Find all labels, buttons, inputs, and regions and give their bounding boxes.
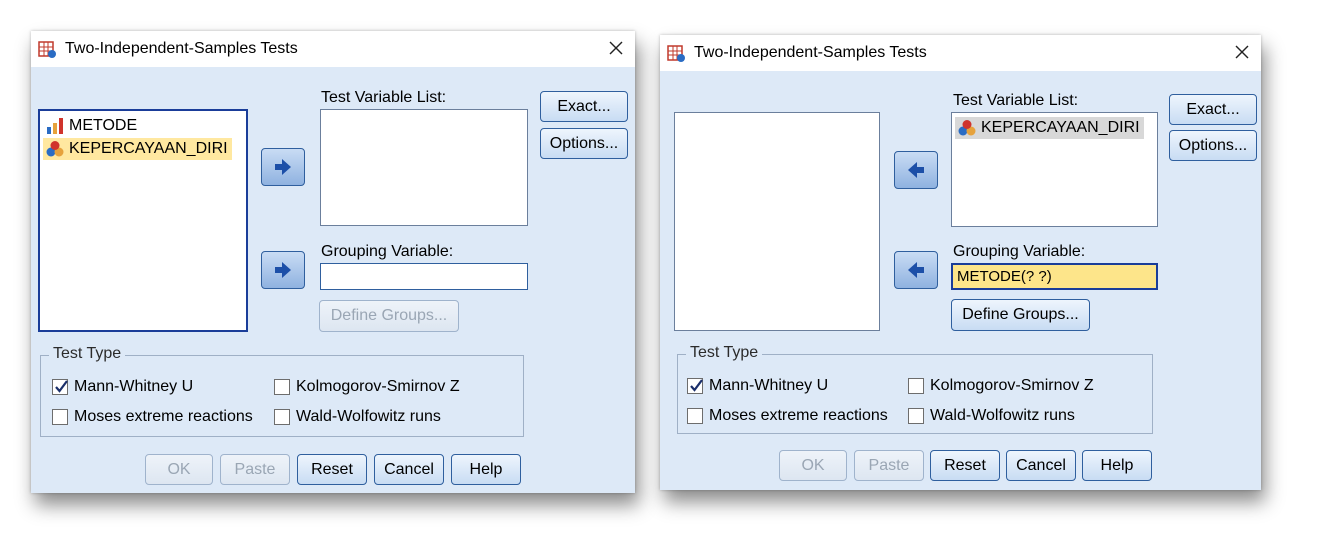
- checkbox-label: Mann-Whitney U: [709, 377, 829, 394]
- checkbox-box: [908, 378, 924, 394]
- exact-button[interactable]: Exact...: [1169, 94, 1257, 125]
- mann-whitney-checkbox[interactable]: Mann-Whitney U: [687, 377, 828, 395]
- list-item-kepercayaan-diri[interactable]: KEPERCAYAAN_DIRI: [955, 117, 1144, 139]
- checkbox-box: [908, 408, 924, 424]
- two-independent-samples-dialog-2: Two-Independent-Samples Tests Test Varia…: [660, 35, 1261, 490]
- mann-whitney-checkbox[interactable]: Mann-Whitney U: [52, 378, 193, 396]
- ok-button[interactable]: OK: [145, 454, 213, 485]
- list-item-kepercayaan-diri[interactable]: KEPERCAYAAN_DIRI: [43, 138, 232, 160]
- move-to-grouping-button[interactable]: [261, 251, 305, 289]
- options-button[interactable]: Options...: [1169, 130, 1257, 161]
- move-to-test-list-button[interactable]: [261, 148, 305, 186]
- ok-button[interactable]: OK: [779, 450, 847, 481]
- checkbox-label: Kolmogorov-Smirnov Z: [930, 377, 1094, 394]
- list-item-label: KEPERCAYAAN_DIRI: [981, 119, 1140, 136]
- dialog-title: Two-Independent-Samples Tests: [694, 44, 927, 61]
- test-variable-list-label: Test Variable List:: [953, 92, 1079, 109]
- grouping-variable-field[interactable]: METODE(? ?): [951, 263, 1158, 290]
- moses-checkbox[interactable]: Moses extreme reactions: [687, 407, 888, 425]
- checkbox-box: [687, 408, 703, 424]
- move-back-from-test-list-button[interactable]: [894, 151, 938, 189]
- kolmogorov-smirnov-checkbox[interactable]: Kolmogorov-Smirnov Z: [908, 377, 1094, 395]
- define-groups-button[interactable]: Define Groups...: [951, 299, 1090, 331]
- moses-checkbox[interactable]: Moses extreme reactions: [52, 408, 253, 426]
- options-button[interactable]: Options...: [540, 128, 628, 159]
- arrow-left-icon: [908, 162, 924, 178]
- checkbox-label: Wald-Wolfowitz runs: [930, 407, 1075, 424]
- test-type-label: Test Type: [49, 345, 126, 363]
- test-type-group: Test Type Mann-Whitney U Kolmogorov-Smir…: [677, 344, 1153, 434]
- list-item-label: KEPERCAYAAN_DIRI: [69, 140, 228, 157]
- help-button[interactable]: Help: [451, 454, 521, 485]
- scale-variable-icon: [46, 141, 64, 157]
- checkbox-box: [274, 409, 290, 425]
- checkbox-box: [52, 379, 68, 395]
- spss-app-icon: [667, 45, 685, 62]
- kolmogorov-smirnov-checkbox[interactable]: Kolmogorov-Smirnov Z: [274, 378, 460, 396]
- spss-app-icon: [38, 41, 56, 58]
- exact-button[interactable]: Exact...: [540, 91, 628, 122]
- close-icon[interactable]: [1227, 39, 1257, 67]
- checkbox-label: Kolmogorov-Smirnov Z: [296, 378, 460, 395]
- checkbox-box: [52, 409, 68, 425]
- help-button[interactable]: Help: [1082, 450, 1152, 481]
- reset-button[interactable]: Reset: [297, 454, 367, 485]
- arrow-right-icon: [275, 159, 291, 175]
- paste-button[interactable]: Paste: [220, 454, 290, 485]
- checkbox-box: [687, 378, 703, 394]
- grouping-variable-label: Grouping Variable:: [321, 243, 454, 260]
- list-item-label: METODE: [69, 117, 138, 134]
- reset-button[interactable]: Reset: [930, 450, 1000, 481]
- list-item-metode[interactable]: METODE: [43, 115, 141, 137]
- nominal-variable-icon: [47, 118, 63, 134]
- arrow-left-icon: [908, 262, 924, 278]
- wald-wolfowitz-checkbox[interactable]: Wald-Wolfowitz runs: [908, 407, 1075, 425]
- close-icon[interactable]: [601, 35, 631, 63]
- test-variable-list[interactable]: [320, 109, 528, 226]
- checkbox-label: Moses extreme reactions: [709, 407, 888, 424]
- source-variable-list[interactable]: [674, 112, 880, 331]
- checkbox-label: Moses extreme reactions: [74, 408, 253, 425]
- checkbox-box: [274, 379, 290, 395]
- test-variable-list[interactable]: KEPERCAYAAN_DIRI: [951, 112, 1158, 227]
- dialog-title: Two-Independent-Samples Tests: [65, 40, 298, 57]
- grouping-variable-field[interactable]: [320, 263, 528, 290]
- checkbox-label: Mann-Whitney U: [74, 378, 194, 395]
- scale-variable-icon: [958, 120, 976, 136]
- arrow-right-icon: [275, 262, 291, 278]
- paste-button[interactable]: Paste: [854, 450, 924, 481]
- checkmark-icon: [55, 380, 68, 393]
- move-back-from-grouping-button[interactable]: [894, 251, 938, 289]
- test-variable-list-label: Test Variable List:: [321, 89, 447, 106]
- test-type-group: Test Type Mann-Whitney U Kolmogorov-Smir…: [40, 345, 524, 437]
- source-variable-list[interactable]: METODE KEPERCAYAAN_DIRI: [38, 109, 248, 332]
- test-type-label: Test Type: [686, 344, 763, 362]
- define-groups-button[interactable]: Define Groups...: [319, 300, 459, 332]
- wald-wolfowitz-checkbox[interactable]: Wald-Wolfowitz runs: [274, 408, 441, 426]
- title-bar: Two-Independent-Samples Tests: [31, 31, 635, 67]
- two-independent-samples-dialog-1: Two-Independent-Samples Tests METODE KEP…: [31, 31, 635, 493]
- checkbox-label: Wald-Wolfowitz runs: [296, 408, 441, 425]
- cancel-button[interactable]: Cancel: [374, 454, 444, 485]
- title-bar: Two-Independent-Samples Tests: [660, 35, 1261, 71]
- grouping-variable-label: Grouping Variable:: [953, 243, 1086, 260]
- checkmark-icon: [690, 379, 703, 392]
- cancel-button[interactable]: Cancel: [1006, 450, 1076, 481]
